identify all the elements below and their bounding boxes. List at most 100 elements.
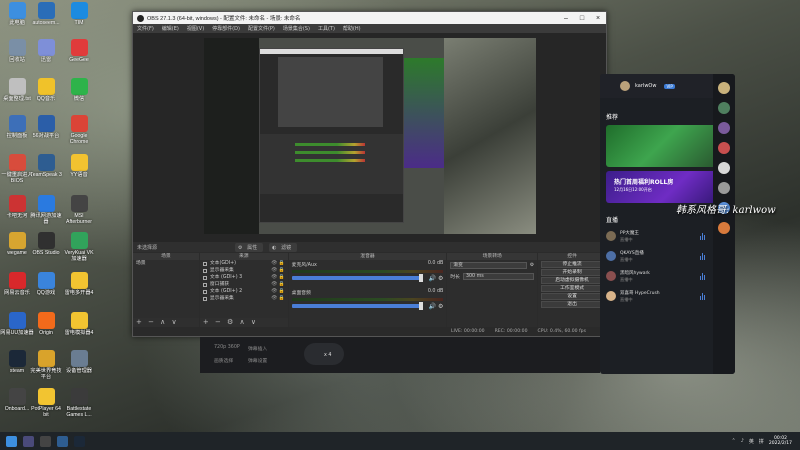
- desktop-icon[interactable]: MSI Afterburner: [62, 195, 96, 226]
- minimize-icon[interactable]: –: [558, 15, 574, 22]
- teamspeak-taskbar-icon[interactable]: [57, 435, 68, 447]
- scene-item[interactable]: 场景: [133, 260, 199, 267]
- desktop-icon-label: Battlestate Games L...: [66, 406, 92, 418]
- danmaku-settings[interactable]: 弹幕设置: [248, 357, 267, 364]
- visibility-lock-icons[interactable]: 👁 🔒: [271, 295, 285, 302]
- desktop-icon[interactable]: Origin: [29, 312, 63, 337]
- close-icon[interactable]: ×: [590, 15, 606, 22]
- clock-date: 2022/2/17: [768, 441, 792, 446]
- source-item[interactable]: 显示器采集 👁 🔒: [200, 267, 288, 274]
- source-item[interactable]: 文本 (GDI+) 3 👁 🔒: [200, 274, 288, 281]
- menu-item[interactable]: 帮助(H): [343, 25, 361, 32]
- desktop-icon[interactable]: autoseem...: [29, 2, 63, 27]
- menu-item[interactable]: 工具(T): [318, 25, 335, 32]
- desktop-icon[interactable]: 设备管理器: [62, 350, 96, 375]
- quality-select[interactable]: 画质选择: [214, 357, 233, 364]
- mixer-header: 混音器: [288, 253, 447, 260]
- desktop-icon[interactable]: 腾讯网游加速器: [29, 195, 63, 226]
- visibility-lock-icons[interactable]: 👁 🔒: [271, 267, 285, 274]
- promo-banner-purple[interactable]: 热门首周福利ROLL房 12月16日12:00开启: [606, 171, 729, 203]
- steam-taskbar-icon[interactable]: [74, 435, 85, 447]
- desktop-icon[interactable]: TeamSpeak 3: [29, 154, 63, 179]
- desktop-icon[interactable]: 微信: [62, 78, 96, 103]
- source-item[interactable]: 文本(GDI+) 👁 🔒: [200, 260, 288, 267]
- obs-preview[interactable]: [133, 33, 606, 242]
- control-button[interactable]: 启动虚拟摄像机: [541, 277, 603, 284]
- desktop-icon[interactable]: QQ音乐: [29, 78, 63, 103]
- obs-taskbar-icon[interactable]: [40, 435, 51, 447]
- desktop-icon[interactable]: 雷电模拟器4: [62, 312, 96, 337]
- maximize-icon[interactable]: □: [574, 15, 590, 22]
- control-button[interactable]: 工作室模式: [541, 285, 603, 292]
- promo-banner-green[interactable]: [606, 125, 729, 167]
- source-item[interactable]: 显示器采集 👁 🔒: [200, 295, 288, 302]
- source-type-icon: [202, 296, 207, 301]
- volume-icon[interactable]: ♪: [741, 438, 744, 444]
- source-name: 文本 (GDI+) 3: [209, 275, 243, 280]
- duration-input[interactable]: 300 ms: [462, 273, 535, 280]
- scenes-toolbar[interactable]: + − ∧ ∨: [133, 318, 199, 327]
- quality-label[interactable]: 720p 360P: [214, 345, 240, 350]
- transition-settings-icon[interactable]: ⚙: [530, 263, 534, 268]
- control-button[interactable]: 停止推流: [541, 261, 603, 268]
- visibility-lock-icons[interactable]: 👁 🔒: [271, 281, 285, 288]
- ime-lang[interactable]: 英: [749, 438, 754, 445]
- menu-item[interactable]: 编辑(E): [162, 25, 179, 32]
- filters-button[interactable]: ◐ 滤镜: [269, 242, 298, 252]
- desktop-icon[interactable]: OBS Studio: [29, 232, 63, 257]
- desktop-icon[interactable]: GeeGee: [62, 39, 96, 64]
- desktop-icon[interactable]: 完美世界竞技平台: [29, 350, 63, 381]
- desktop-icon[interactable]: Google Chrome: [62, 115, 96, 146]
- menu-item[interactable]: 视图(V): [187, 25, 204, 32]
- visibility-lock-icons[interactable]: 👁 🔒: [271, 288, 285, 295]
- live-status: LIVE: 00:00:00: [450, 329, 485, 334]
- sources-dock: 来源 文本(GDI+) 👁 🔒 显示器采集 👁 🔒 文本 (GDI+) 3 👁 🔒 窗口捕获…: [199, 253, 288, 327]
- clock[interactable]: 00:02 2022/2/17: [769, 436, 792, 447]
- desktop-icon[interactable]: 56对战平台: [29, 115, 63, 140]
- control-button[interactable]: 退出: [541, 301, 603, 308]
- slider-handle[interactable]: [418, 302, 423, 310]
- app-icon: [37, 154, 55, 171]
- desktop-icon-label: YY语音: [70, 172, 88, 178]
- streamer-name: 黑暗风hywark: [620, 270, 650, 276]
- app-icon: [70, 115, 88, 132]
- desktop-icon[interactable]: Battlestate Games L...: [62, 388, 96, 419]
- visibility-lock-icons[interactable]: 👁 🔒: [271, 274, 285, 281]
- app-icon: [37, 272, 55, 289]
- menu-item[interactable]: 场景集合(S): [283, 25, 310, 32]
- sources-toolbar[interactable]: + − ⚙ ∧ ∨: [199, 318, 288, 327]
- desktop-icon[interactable]: 迅雷: [29, 39, 63, 64]
- source-item[interactable]: 文本 (GDI+) 2 👁 🔒: [200, 288, 288, 295]
- transition-select[interactable]: 渐变: [450, 262, 527, 269]
- no-source-selected: 未选择源: [137, 244, 158, 251]
- desktop-icon[interactable]: VeryKuai VK加速器: [62, 232, 96, 263]
- app-icon: [8, 312, 26, 329]
- control-button[interactable]: 设置: [541, 293, 603, 300]
- volume-slider[interactable]: [291, 302, 423, 310]
- desktop-icon[interactable]: TIM: [62, 2, 96, 27]
- taskbar: ⌃ ♪ 英 拼 00:02 2022/2/17: [0, 432, 800, 450]
- slider-handle[interactable]: [418, 274, 423, 282]
- menu-item[interactable]: 停靠部件(D): [212, 25, 240, 32]
- desktop-icon[interactable]: PotPlayer 64 bit: [29, 388, 63, 419]
- source-name: 窗口捕获: [209, 282, 230, 287]
- start-icon[interactable]: [6, 435, 17, 447]
- mute-settings-icons[interactable]: 🔊 ⚙: [429, 275, 444, 282]
- desktop-icon[interactable]: QQ游戏: [29, 272, 63, 297]
- desktop-icon[interactable]: 雷电多开器4: [62, 272, 96, 297]
- danmaku-insert[interactable]: 弹幕插入: [248, 345, 267, 352]
- user-avatar[interactable]: [620, 81, 630, 91]
- stream-overlay-text: 韩系风格哥: karlwow: [676, 205, 776, 216]
- volume-slider[interactable]: [291, 274, 423, 282]
- source-item[interactable]: 窗口捕获 👁 🔒: [200, 281, 288, 288]
- desktop-icon[interactable]: YY语音: [62, 154, 96, 179]
- tray-chevron-icon[interactable]: ⌃: [731, 438, 735, 444]
- control-button[interactable]: 开始录制: [541, 269, 603, 276]
- menu-item[interactable]: 文件(F): [137, 25, 154, 32]
- taskbar-app-icon[interactable]: [23, 435, 34, 447]
- menu-item[interactable]: 配置文件(P): [248, 25, 275, 32]
- mute-settings-icons[interactable]: 🔊 ⚙: [429, 303, 444, 310]
- properties-button[interactable]: ⚙ 属性: [235, 242, 264, 252]
- visibility-lock-icons[interactable]: 👁 🔒: [271, 260, 285, 267]
- ime-mode[interactable]: 拼: [759, 438, 764, 445]
